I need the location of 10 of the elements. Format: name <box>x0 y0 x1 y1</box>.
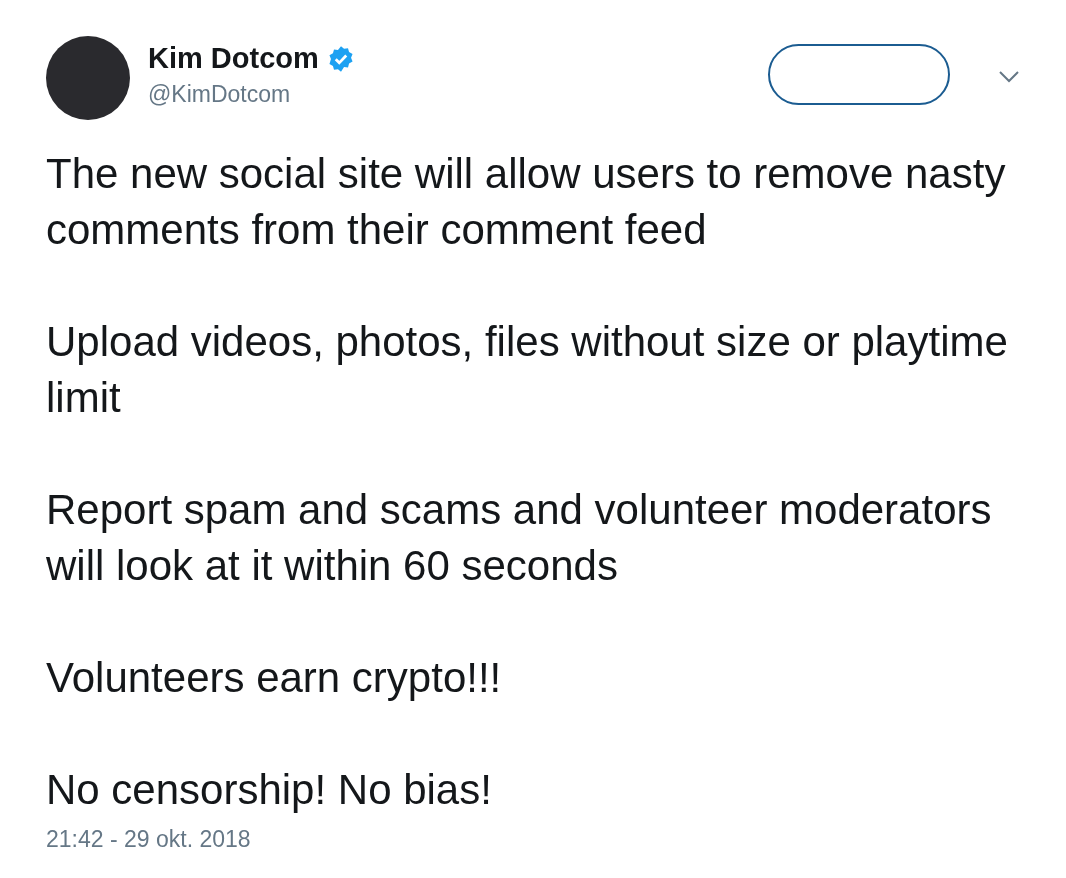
tweet-paragraph: Volunteers earn crypto!!! <box>46 653 503 703</box>
tweet-paragraph: Report spam and scams and volunteer moderators will look at it within 60 seconds <box>46 485 993 591</box>
tweet-paragraph: No censorship! No bias! <box>46 765 493 815</box>
tweet-paragraph: The new social site will allow users to remove nasty comments from their comment feed <box>46 149 1007 255</box>
tweet-paragraph: Upload videos, photos, files without size or playtime limit <box>46 317 1009 423</box>
author-name[interactable]: Kim Dotcom <box>148 42 319 75</box>
tweet-timestamp[interactable]: 21:42 - 29 okt. 2018 <box>46 826 1020 853</box>
author-handle[interactable]: @KimDotcom <box>148 81 355 108</box>
follow-button[interactable] <box>768 44 950 105</box>
chevron-down-icon[interactable] <box>998 70 1020 84</box>
